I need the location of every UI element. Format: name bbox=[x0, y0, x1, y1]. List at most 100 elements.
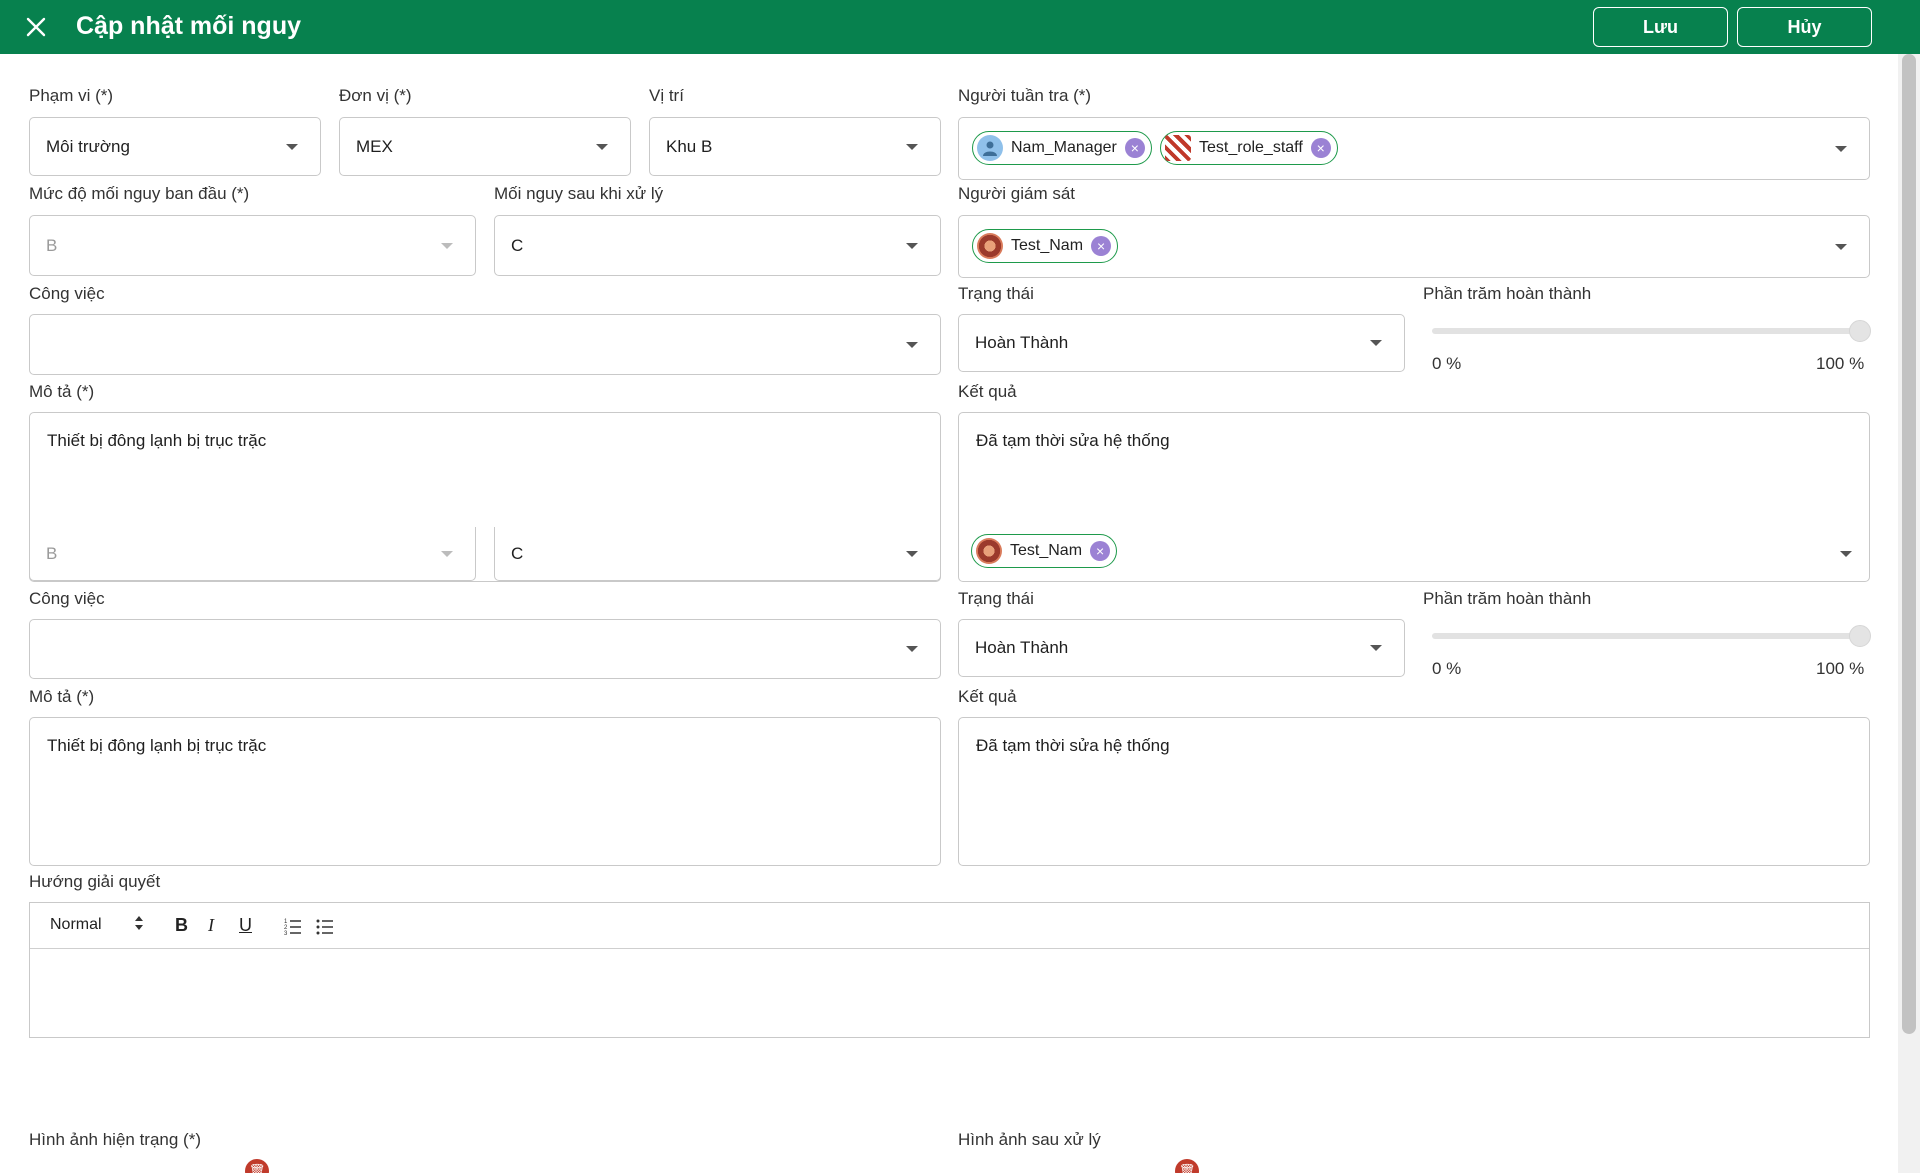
description-label: Mô tả (*) bbox=[29, 687, 95, 706]
solution-label: Hướng giải quyết bbox=[29, 872, 161, 891]
chevron-down-icon bbox=[906, 646, 918, 652]
chevron-down-icon bbox=[1835, 243, 1847, 250]
remove-chip-icon[interactable]: × bbox=[1124, 138, 1145, 158]
chip-label: Test_Nam bbox=[1010, 542, 1083, 559]
chevron-down-icon bbox=[441, 242, 453, 249]
status-select[interactable]: Hoàn Thành bbox=[958, 619, 1405, 677]
status-value: Hoàn Thành bbox=[975, 333, 1069, 352]
location-value: Khu B bbox=[666, 136, 713, 156]
chevron-down-icon bbox=[906, 143, 918, 150]
ordered-list-icon[interactable]: 123 bbox=[284, 917, 302, 940]
remove-chip-icon[interactable]: × bbox=[1310, 138, 1331, 158]
updown-icon bbox=[134, 913, 144, 938]
unit-label: Đơn vị (*) bbox=[339, 86, 412, 105]
form-content: Phạm vi (*) Đơn vị (*) Vị trí Người tuần… bbox=[0, 54, 1898, 1173]
image-after-label: Hình ảnh sau xử lý bbox=[958, 1130, 1101, 1149]
supervisor-chip: Test_Nam × bbox=[971, 534, 1118, 568]
status-value: Hoàn Thành bbox=[975, 638, 1069, 657]
description-textarea[interactable]: Thiết bị đông lạnh bị trục trặc bbox=[29, 717, 941, 866]
underline-button[interactable]: U bbox=[239, 915, 252, 936]
remove-chip-icon[interactable]: × bbox=[1090, 541, 1111, 561]
slider-max-label: 100 % bbox=[1816, 659, 1865, 678]
page-title: Cập nhật mối nguy bbox=[76, 12, 301, 40]
chip-label: Test_role_staff bbox=[1199, 139, 1303, 156]
slider-max-label: 100 % bbox=[1816, 354, 1865, 373]
patroller-chip: Test_role_staff × bbox=[1160, 131, 1338, 165]
cancel-button[interactable]: Hủy bbox=[1737, 7, 1872, 47]
initial-level-select: B bbox=[29, 215, 476, 276]
percent-slider[interactable] bbox=[1432, 633, 1860, 639]
initial-level-value: B bbox=[46, 543, 58, 563]
task-select[interactable] bbox=[29, 619, 941, 679]
initial-level-label: Mức độ mối nguy ban đầu (*) bbox=[29, 184, 250, 203]
description-text: Thiết bị đông lạnh bị trục trặc bbox=[47, 736, 267, 755]
avatar-image-icon bbox=[977, 233, 1003, 259]
avatar-image-icon bbox=[976, 538, 1002, 564]
after-level-select-ghost: C bbox=[494, 527, 941, 581]
scope-value: Môi trường bbox=[46, 136, 130, 156]
user-avatar-icon bbox=[977, 135, 1003, 161]
task-select[interactable] bbox=[29, 314, 941, 375]
supervisor-chip: Test_Nam × bbox=[972, 229, 1119, 263]
chevron-down-icon bbox=[1835, 145, 1847, 152]
patroller-label: Người tuần tra (*) bbox=[958, 86, 1092, 105]
chip-label: Nam_Manager bbox=[1011, 139, 1117, 156]
percent-label: Phần trăm hoàn thành bbox=[1423, 589, 1592, 608]
result-textarea[interactable]: Đã tạm thời sửa hệ thống bbox=[958, 717, 1870, 866]
solution-editor[interactable]: Normal B I U 123 bbox=[29, 902, 1870, 1038]
scope-select[interactable]: Môi trường bbox=[29, 117, 321, 176]
initial-level-select-ghost: B bbox=[29, 527, 476, 581]
unit-select[interactable]: MEX bbox=[339, 117, 631, 176]
italic-button[interactable]: I bbox=[208, 915, 214, 936]
scrollbar[interactable] bbox=[1898, 54, 1920, 1173]
location-select[interactable]: Khu B bbox=[649, 117, 941, 176]
description-text: Thiết bị đông lạnh bị trục trặc bbox=[47, 431, 267, 450]
chevron-down-icon bbox=[1370, 645, 1382, 651]
bullet-list-icon[interactable] bbox=[316, 917, 334, 940]
svg-text:3: 3 bbox=[284, 931, 288, 935]
task-label: Công việc bbox=[29, 284, 105, 303]
chip-label: Test_Nam bbox=[1011, 237, 1084, 254]
slider-min-label: 0 % bbox=[1432, 354, 1462, 373]
delete-image-icon[interactable]: 🗑 bbox=[1175, 1159, 1199, 1173]
chevron-down-icon bbox=[596, 143, 608, 150]
supervisor-select[interactable]: Test_Nam × bbox=[958, 215, 1870, 278]
task-label: Công việc bbox=[29, 589, 105, 608]
chevron-down-icon bbox=[906, 341, 918, 348]
location-label: Vị trí bbox=[649, 86, 684, 105]
chevron-down-icon bbox=[286, 143, 298, 150]
avatar-image-icon bbox=[1165, 135, 1191, 161]
after-level-value: C bbox=[511, 543, 524, 563]
after-level-label: Mối nguy sau khi xử lý bbox=[494, 184, 664, 203]
result-label: Kết quả bbox=[958, 687, 1017, 706]
description-label: Mô tả (*) bbox=[29, 382, 95, 401]
save-button[interactable]: Lưu bbox=[1593, 7, 1728, 47]
close-icon[interactable] bbox=[22, 13, 50, 41]
result-text: Đã tạm thời sửa hệ thống bbox=[976, 736, 1170, 755]
result-label: Kết quả bbox=[958, 382, 1017, 401]
chevron-down-icon bbox=[906, 242, 918, 249]
status-select[interactable]: Hoàn Thành bbox=[958, 314, 1405, 372]
unit-value: MEX bbox=[356, 136, 393, 156]
after-level-select[interactable]: C bbox=[494, 215, 941, 276]
format-select[interactable]: Normal bbox=[50, 916, 102, 934]
scrollbar-thumb[interactable] bbox=[1902, 54, 1916, 1034]
patroller-select[interactable]: Nam_Manager × Test_role_staff × bbox=[958, 117, 1870, 180]
status-label: Trạng thái bbox=[958, 589, 1034, 608]
slider-handle[interactable] bbox=[1849, 320, 1871, 342]
percent-slider[interactable] bbox=[1432, 328, 1860, 334]
header-bar: Cập nhật mối nguy Lưu Hủy bbox=[0, 0, 1920, 54]
initial-level-value: B bbox=[46, 235, 58, 255]
supervisor-label: Người giám sát bbox=[958, 184, 1076, 203]
scope-label: Phạm vi (*) bbox=[29, 86, 114, 105]
chevron-down-icon bbox=[906, 550, 918, 557]
chevron-down-icon bbox=[1370, 340, 1382, 346]
editor-toolbar: Normal B I U 123 bbox=[30, 903, 1869, 949]
delete-image-icon[interactable]: 🗑 bbox=[245, 1159, 269, 1173]
chevron-down-icon bbox=[441, 550, 453, 557]
bold-button[interactable]: B bbox=[175, 915, 188, 936]
percent-label: Phần trăm hoàn thành bbox=[1423, 284, 1592, 303]
chevron-down-icon bbox=[1840, 551, 1852, 557]
slider-handle[interactable] bbox=[1849, 625, 1871, 647]
remove-chip-icon[interactable]: × bbox=[1091, 236, 1112, 256]
